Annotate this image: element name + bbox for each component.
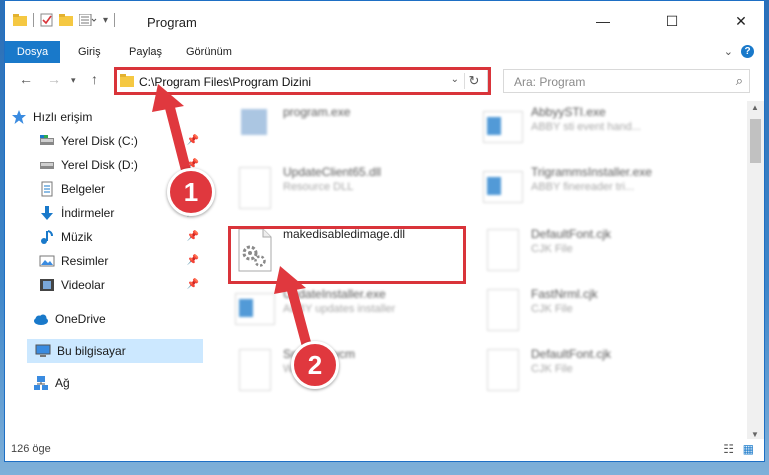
- annotation-badge-1: 1: [167, 168, 215, 216]
- annotation-badge-2: 2: [291, 341, 339, 389]
- annotation-arrows: [152, 84, 313, 355]
- arrow-2: [274, 266, 313, 355]
- arrow-1: [152, 84, 191, 175]
